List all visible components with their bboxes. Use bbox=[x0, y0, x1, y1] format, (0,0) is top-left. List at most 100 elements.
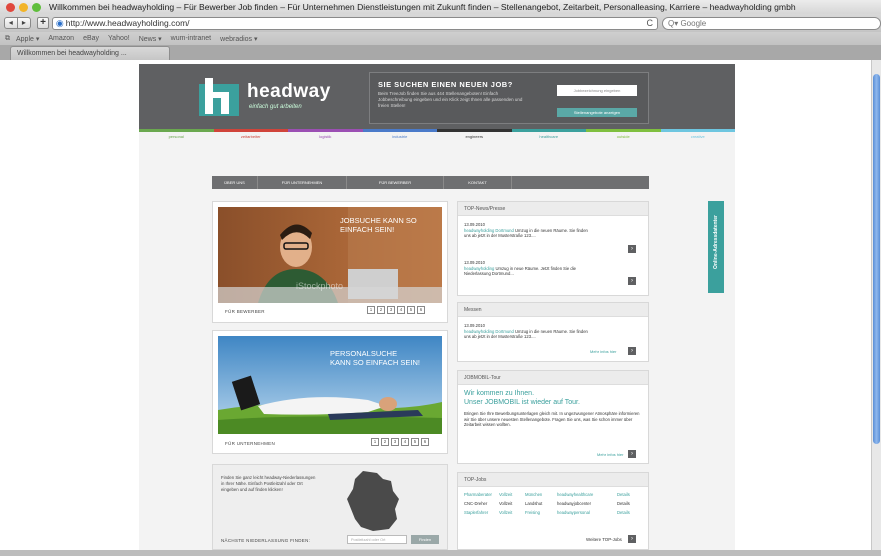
category-nav: personal zeitarbeiter logistik industrie… bbox=[139, 132, 735, 142]
page-1-button[interactable]: 1 bbox=[367, 306, 375, 314]
news-item-2-arrow-icon[interactable]: › bbox=[628, 277, 636, 285]
category-zeitarbeiter[interactable]: zeitarbeiter bbox=[214, 132, 289, 142]
stock-watermark: iStockphoto bbox=[296, 281, 343, 291]
postcode-input[interactable]: Postleitzahl oder Ort bbox=[347, 535, 407, 544]
online-promo-label: Online-Adressdatenter bbox=[713, 215, 719, 269]
category-logistik[interactable]: logistik bbox=[288, 132, 363, 142]
fairs-item-link[interactable]: headwayholding Dortmund bbox=[464, 329, 514, 334]
news-item-2[interactable]: 13.09.2010 headwayholding Umzug in neue … bbox=[464, 260, 594, 277]
fairs-more-link[interactable]: Mehr infos hier bbox=[590, 349, 616, 354]
category-healthcare[interactable]: healthcare bbox=[512, 132, 587, 142]
nav-fuer-unternehmen[interactable]: FÜR UNTERNEHMEN bbox=[258, 176, 347, 189]
top-jobs-title: TOP-Jobs bbox=[458, 473, 648, 487]
applicant-teaser-image: JOBSUCHE KANN SO EINFACH SEIN! iStockpho… bbox=[218, 207, 442, 303]
branch-finder: Finden Sie ganz leicht headway-Niederlas… bbox=[212, 464, 448, 550]
applicant-pager: 1 2 3 4 5 6 bbox=[367, 306, 425, 314]
jobmobil-headline-2: Unser JOBMOBIL ist wieder auf Tour. bbox=[464, 399, 580, 406]
page-6-button[interactable]: 6 bbox=[421, 438, 429, 446]
news-title: TOP-News/Presse bbox=[458, 202, 648, 216]
page-3-button[interactable]: 3 bbox=[387, 306, 395, 314]
category-personal[interactable]: personal bbox=[139, 132, 214, 142]
address-bar[interactable]: ◉ http://www.headwayholding.com/ C bbox=[51, 16, 658, 30]
company-teaser[interactable]: PERSONALSUCHE KANN SO EINFACH SEIN! FÜR … bbox=[212, 330, 448, 454]
bookmark-wum-intranet[interactable]: wum-intranet bbox=[171, 35, 211, 42]
nav-empty bbox=[512, 176, 649, 189]
browser-tab[interactable]: Willkommen bei headwayholding ... bbox=[10, 46, 170, 60]
show-jobs-button[interactable]: Stellenangebote anzeigen bbox=[557, 108, 637, 117]
nav-ueber-uns[interactable]: ÜBER UNS bbox=[212, 176, 258, 189]
headway-logo-icon[interactable] bbox=[199, 78, 239, 116]
jobmobil-text: Bringen Sie Ihre Bewerbungsunterlagen gl… bbox=[464, 411, 640, 428]
category-creative[interactable]: creative bbox=[661, 132, 736, 142]
company-headline-line2: KANN SO EINFACH SEIN! bbox=[330, 358, 420, 367]
bookmarks-icon[interactable]: ⧉ bbox=[5, 35, 10, 43]
jobmobil-arrow-icon[interactable]: › bbox=[628, 450, 636, 458]
bookmark-webradios[interactable]: webradios ▾ bbox=[220, 35, 257, 43]
close-window-button[interactable] bbox=[6, 2, 15, 12]
table-row[interactable]: Staplerfahrer Vollzeit Freising headwaypers… bbox=[464, 510, 646, 519]
nav-kontakt[interactable]: KONTAKT bbox=[444, 176, 512, 189]
minimize-window-button[interactable] bbox=[19, 2, 28, 12]
vertical-scrollbar[interactable] bbox=[871, 60, 881, 550]
back-button[interactable]: ◂ bbox=[4, 17, 18, 29]
category-engineers[interactable]: engineers bbox=[437, 132, 512, 142]
fairs-title: Messen bbox=[458, 303, 648, 317]
page-4-button[interactable]: 4 bbox=[401, 438, 409, 446]
tab-bar: Willkommen bei headwayholding ... bbox=[0, 45, 881, 60]
category-industrie[interactable]: industrie bbox=[363, 132, 438, 142]
add-bookmark-button[interactable]: + bbox=[37, 17, 49, 29]
job-search-title: SIE SUCHEN EINEN NEUEN JOB? bbox=[378, 80, 513, 89]
applicant-teaser[interactable]: JOBSUCHE KANN SO EINFACH SEIN! iStockpho… bbox=[212, 201, 448, 323]
page-3-button[interactable]: 3 bbox=[391, 438, 399, 446]
bookmark-news[interactable]: News ▾ bbox=[139, 35, 162, 43]
bookmark-yahoo[interactable]: Yahoo! bbox=[108, 35, 130, 42]
page-6-button[interactable]: 6 bbox=[417, 306, 425, 314]
news-item-1-arrow-icon[interactable]: › bbox=[628, 245, 636, 253]
page-2-button[interactable]: 2 bbox=[381, 438, 389, 446]
site-page: headway einfach gut arbeiten SIE SUCHEN … bbox=[139, 64, 735, 550]
more-top-jobs-link[interactable]: Weitere TOP-Jobs bbox=[586, 537, 622, 542]
search-field[interactable] bbox=[662, 16, 881, 30]
category-outside[interactable]: outside bbox=[586, 132, 661, 142]
online-promo-tab[interactable]: Online-Adressdatenter bbox=[708, 201, 724, 293]
bookmark-ebay[interactable]: eBay bbox=[83, 35, 99, 42]
window-controls bbox=[6, 2, 41, 12]
company-headline-line1: PERSONALSUCHE bbox=[330, 349, 397, 358]
job-search-box: SIE SUCHEN EINEN NEUEN JOB? Beim TreeJob… bbox=[369, 72, 649, 124]
top-jobs-table: Pharmaberater Vollzeit München headwayhealt… bbox=[464, 492, 646, 519]
jobmobil-more-link[interactable]: Mehr infos hier bbox=[597, 452, 623, 457]
applicant-headline-line2: EINFACH SEIN! bbox=[340, 225, 394, 234]
branch-finder-label: NÄCHSTE NIEDERLASSUNG FINDEN: bbox=[221, 538, 311, 543]
table-row[interactable]: CNC-Dreher Vollzeit Landshut headwayjobcent… bbox=[464, 501, 646, 510]
news-item-1[interactable]: 13.09.2010 headwayholding Dortmund Umzug… bbox=[464, 222, 594, 239]
window-title: Willkommen bei headwayholding – Für Bewe… bbox=[49, 2, 796, 12]
applicant-headline-line1: JOBSUCHE KANN SO bbox=[340, 216, 417, 225]
company-teaser-image: PERSONALSUCHE KANN SO EINFACH SEIN! bbox=[218, 336, 442, 434]
bookmark-amazon[interactable]: Amazon bbox=[48, 35, 74, 42]
bookmark-apple[interactable]: Apple ▾ bbox=[16, 35, 39, 43]
zoom-window-button[interactable] bbox=[32, 2, 41, 12]
page-4-button[interactable]: 4 bbox=[397, 306, 405, 314]
page-1-button[interactable]: 1 bbox=[371, 438, 379, 446]
company-teaser-label: FÜR UNTERNEHMEN bbox=[225, 441, 275, 446]
job-title-input[interactable]: Jobbezeichnung eingeben bbox=[557, 85, 637, 96]
news-item-1-link[interactable]: headwayholding Dortmund bbox=[464, 228, 514, 233]
page-5-button[interactable]: 5 bbox=[411, 438, 419, 446]
fairs-arrow-icon[interactable]: › bbox=[628, 347, 636, 355]
forward-button[interactable]: ▸ bbox=[17, 17, 32, 29]
top-jobs-arrow-icon[interactable]: › bbox=[628, 535, 636, 543]
page-2-button[interactable]: 2 bbox=[377, 306, 385, 314]
site-icon: ◉ bbox=[55, 17, 64, 28]
logo-text[interactable]: headway bbox=[247, 81, 331, 103]
news-item-2-link[interactable]: headwayholding bbox=[464, 266, 494, 271]
search-input[interactable] bbox=[668, 18, 868, 28]
nav-fuer-bewerber[interactable]: FÜR BEWERBER bbox=[347, 176, 444, 189]
reload-icon[interactable]: C bbox=[647, 18, 654, 28]
find-branch-button[interactable]: Finden bbox=[411, 535, 439, 544]
fairs-item[interactable]: 13.09.2010 headwayholding Dortmund Umzug… bbox=[464, 323, 594, 340]
page-5-button[interactable]: 5 bbox=[407, 306, 415, 314]
web-viewport: headway einfach gut arbeiten SIE SUCHEN … bbox=[0, 60, 871, 550]
table-row[interactable]: Pharmaberater Vollzeit München headwayhealt… bbox=[464, 492, 646, 501]
scrollbar-thumb[interactable] bbox=[873, 74, 880, 444]
window-titlebar: Willkommen bei headwayholding – Für Bewe… bbox=[0, 0, 881, 14]
